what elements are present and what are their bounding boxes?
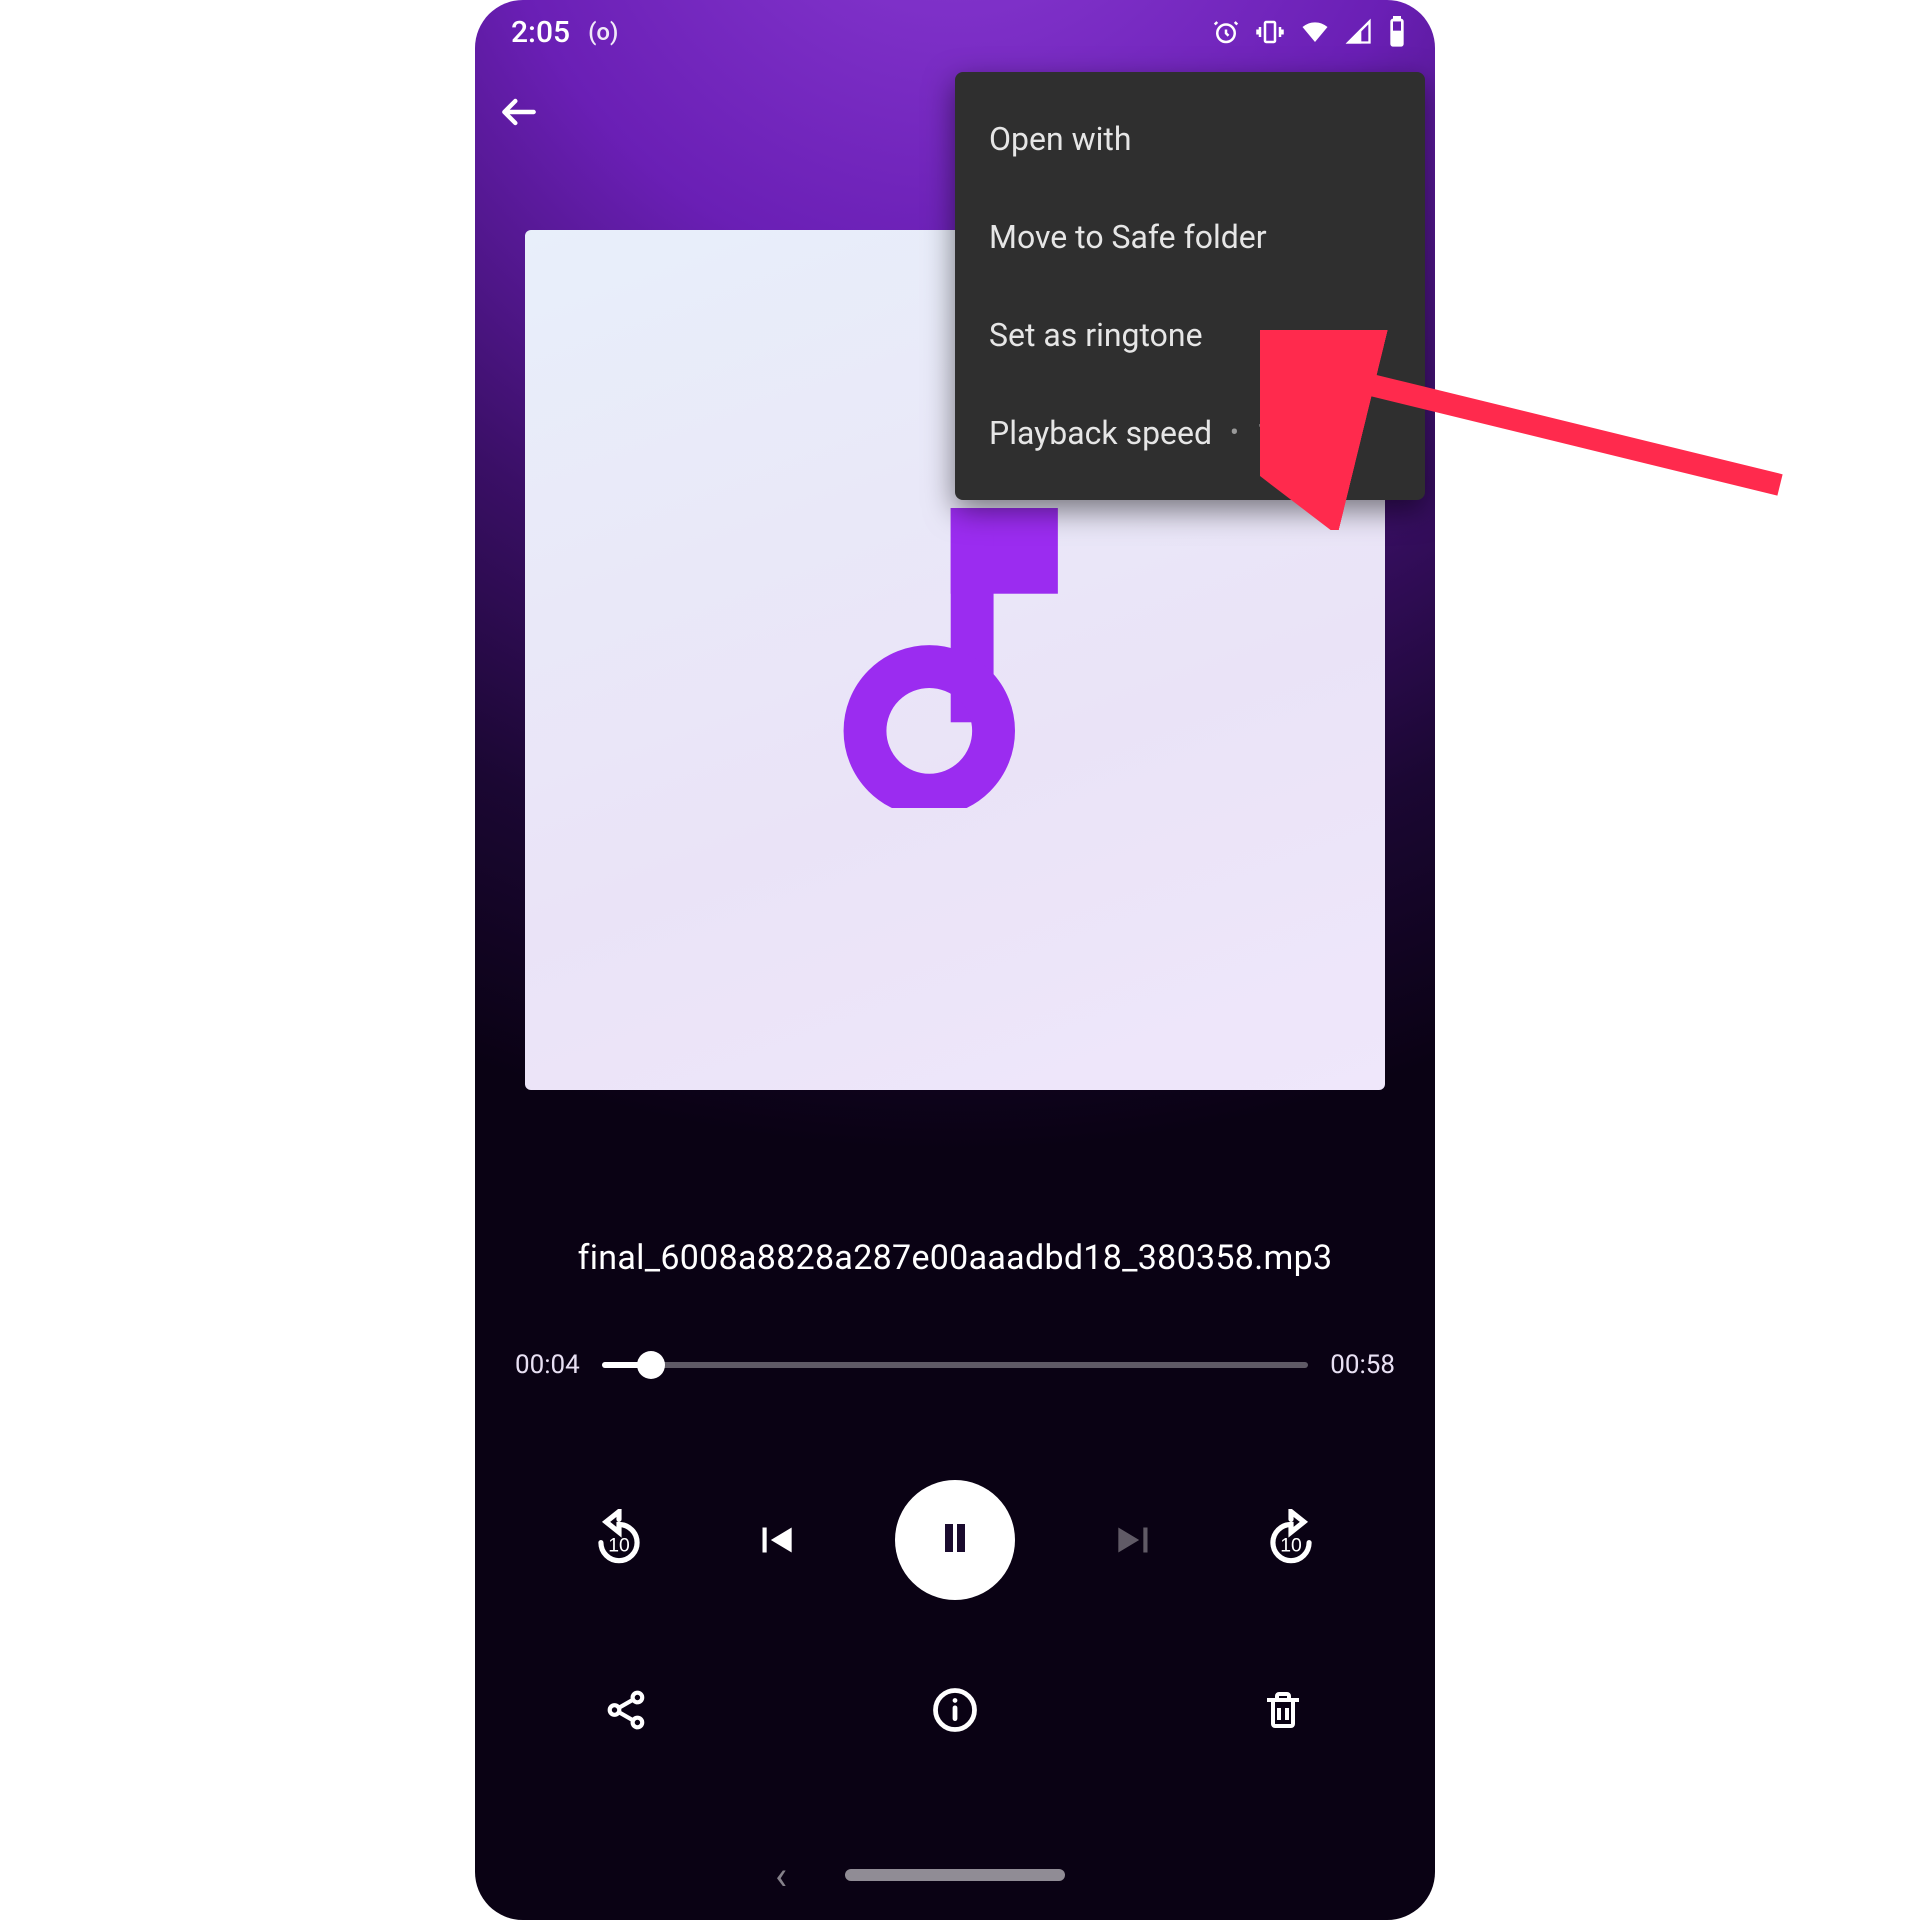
status-left: 2:05 (o) xyxy=(511,15,618,50)
battery-icon xyxy=(1387,16,1407,48)
info-icon xyxy=(929,1684,981,1740)
signal-icon xyxy=(1345,18,1373,46)
svg-text:10: 10 xyxy=(1280,1535,1302,1557)
progress-row: 00:04 00:58 xyxy=(515,1350,1395,1380)
music-note-icon xyxy=(825,508,1085,812)
wifi-icon xyxy=(1299,17,1331,47)
previous-button[interactable] xyxy=(739,1504,811,1576)
status-time: 2:05 xyxy=(511,15,570,50)
menu-item-set-as-ringtone[interactable]: Set as ringtone xyxy=(955,286,1425,384)
system-nav: ‹ xyxy=(475,1830,1435,1920)
canvas: 2:05 (o) xyxy=(0,0,1920,1920)
vibrate-icon xyxy=(1255,17,1285,47)
menu-item-playback-speed[interactable]: Playback speed • 1.0x xyxy=(955,384,1425,482)
seek-thumb[interactable] xyxy=(637,1351,665,1379)
menu-item-move-to-safe[interactable]: Move to Safe folder xyxy=(955,188,1425,286)
share-icon xyxy=(602,1685,652,1739)
total-time: 00:58 xyxy=(1330,1350,1395,1380)
share-button[interactable] xyxy=(595,1680,659,1744)
menu-label: Move to Safe folder xyxy=(989,218,1267,256)
back-button[interactable] xyxy=(495,88,543,136)
menu-label: Set as ringtone xyxy=(989,316,1203,354)
cast-icon: (o) xyxy=(588,18,618,46)
trash-icon xyxy=(1259,1686,1307,1738)
status-right xyxy=(1211,16,1407,48)
phone-screen: 2:05 (o) xyxy=(475,0,1435,1920)
status-bar: 2:05 (o) xyxy=(475,0,1435,64)
track-title: final_6008a8828a287e00aaadbd18_380358.mp… xyxy=(475,1238,1435,1278)
svg-text:10: 10 xyxy=(608,1535,630,1557)
separator-dot: • xyxy=(1230,418,1239,448)
pause-icon xyxy=(931,1514,979,1566)
delete-button[interactable] xyxy=(1251,1680,1315,1744)
bottom-actions xyxy=(595,1680,1315,1744)
elapsed-time: 00:04 xyxy=(515,1350,580,1380)
seek-bar[interactable] xyxy=(602,1362,1309,1368)
overflow-menu: Open with Move to Safe folder Set as rin… xyxy=(955,72,1425,500)
nav-back-icon[interactable]: ‹ xyxy=(775,1852,787,1899)
forward-10-button[interactable]: 10 xyxy=(1255,1504,1327,1576)
menu-label: Playback speed xyxy=(989,414,1212,452)
menu-label: Open with xyxy=(989,120,1131,158)
rewind-10-button[interactable]: 10 xyxy=(583,1504,655,1576)
home-indicator[interactable] xyxy=(845,1869,1065,1881)
alarm-icon xyxy=(1211,17,1241,47)
info-button[interactable] xyxy=(923,1680,987,1744)
play-pause-button[interactable] xyxy=(895,1480,1015,1600)
next-button[interactable] xyxy=(1099,1504,1171,1576)
menu-item-open-with[interactable]: Open with xyxy=(955,90,1425,188)
playback-speed-value: 1.0x xyxy=(1257,414,1317,452)
playback-controls: 10 10 xyxy=(475,1480,1435,1600)
